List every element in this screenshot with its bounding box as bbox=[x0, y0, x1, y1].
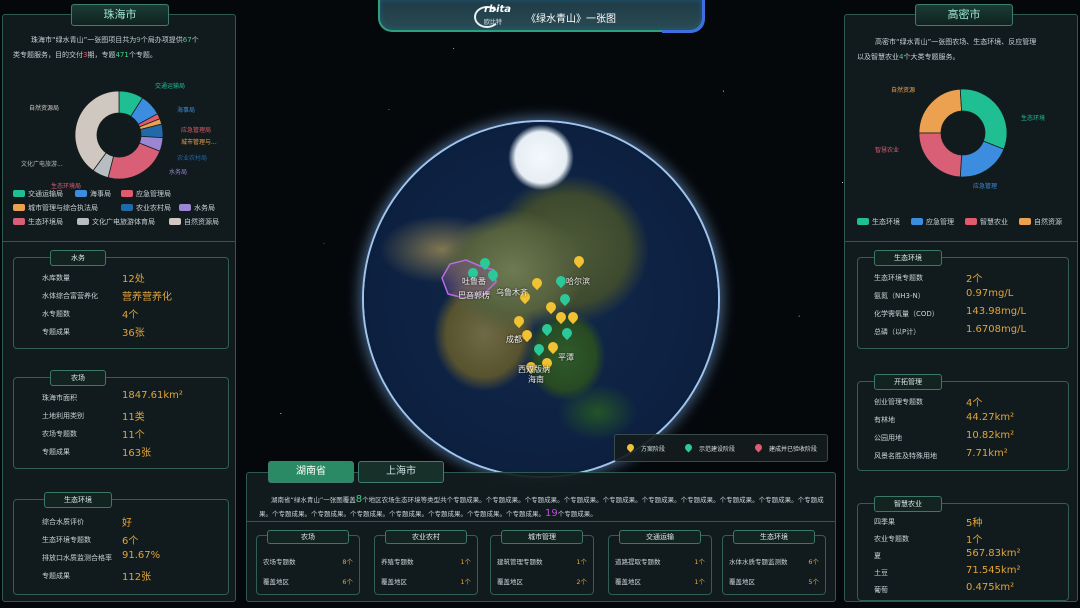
tab-gaomi[interactable]: 高密市 bbox=[915, 4, 1013, 26]
tab-hunan[interactable]: 湖南省 bbox=[268, 461, 354, 483]
legend-item[interactable]: 应急管理局 bbox=[121, 189, 171, 199]
logo-text: rbita bbox=[484, 4, 512, 15]
section-title: 智慧农业 bbox=[874, 496, 942, 512]
globe-map[interactable] bbox=[364, 122, 718, 476]
right-legend: 生态环境 应急管理 智慧农业 自然资源 bbox=[857, 217, 1077, 231]
legend-label: 方案阶段 bbox=[641, 446, 666, 453]
eco-section: 生态环境 生态环境专题数 2个 氨氮（NH3-N） 0.97mg/L 化学需氧量（C… bbox=[857, 250, 1069, 349]
legend-item[interactable]: 自然资源局 bbox=[169, 217, 219, 227]
right-intro: 高密市“绿水青山”一张图农场、生态环境、反应管理 以及智慧农业4个大类专题服务。 bbox=[857, 38, 1037, 61]
card-farm: 农场 农场专题数 8个 覆盖地区 6个 bbox=[256, 530, 360, 595]
city-label: 巴音郭楞 bbox=[458, 291, 490, 300]
stage-demo-icon bbox=[683, 442, 694, 453]
farm-section: 农场 珠海市面积 1847.61km² 土地利用类别 11类 农场专题数 11个 专题… bbox=[13, 370, 229, 469]
left-donut-chart bbox=[74, 90, 164, 180]
card-urban: 城市管理 建筑管理专题数 1个 覆盖地区 2个 bbox=[490, 530, 594, 595]
right-panel: 高密市 高密市“绿水青山”一张图农场、生态环境、反应管理 以及智慧农业4个大类专… bbox=[844, 4, 1078, 602]
divider bbox=[3, 241, 235, 242]
pie-label-agri: 智慧农业 bbox=[875, 147, 900, 154]
legend-label: 建成并已验收阶段 bbox=[769, 446, 818, 453]
bottom-intro: 湖南省“绿水青山”一张图覆盖8个地区农场生态环境等类型共个专题成果。个专题成果。… bbox=[259, 494, 824, 519]
section-title: 生态环境 bbox=[44, 492, 112, 508]
pie-slice[interactable] bbox=[107, 142, 161, 180]
pie-label-agri: 农业农村局 bbox=[177, 155, 208, 162]
stage-plan-icon bbox=[625, 442, 636, 453]
legend-item[interactable]: 水务局 bbox=[179, 203, 215, 213]
left-panel: 珠海市 珠海市“绿水青山”一张图项目共为9个局办项提供67个 类专题服务，目的交… bbox=[2, 4, 236, 602]
pie-label-water: 水务局 bbox=[169, 169, 188, 176]
pie-slice[interactable] bbox=[959, 88, 1008, 150]
pie-label-culture: 文化广电旅游... bbox=[21, 161, 63, 168]
tab-zhuhai[interactable]: 珠海市 bbox=[71, 4, 169, 26]
eco-section: 生态环境 综合水质评价好 生态环境专题数 6个 排放口水质监测合格率 91.67% … bbox=[13, 492, 229, 595]
card-transport: 交通运输 道路提取专题数 1个 覆盖地区 1个 bbox=[608, 530, 712, 595]
divider bbox=[247, 521, 835, 522]
stage-done-icon bbox=[753, 442, 764, 453]
pie-slice[interactable] bbox=[918, 88, 963, 134]
city-label: 成都 bbox=[506, 335, 522, 344]
pie-slice[interactable] bbox=[959, 140, 1005, 178]
city-label: 哈尔滨 bbox=[566, 277, 590, 286]
map-legend: 方案阶段 示范建设阶段 建成并已验收阶段 bbox=[614, 434, 828, 462]
section-title: 开拓管理 bbox=[874, 374, 942, 390]
page-header: rbita 欧比特 《绿水青山》一张图 bbox=[378, 0, 705, 33]
left-intro: 珠海市“绿水青山”一张图项目共为9个局办项提供67个 类专题服务，目的交付3期，… bbox=[13, 36, 199, 59]
legend-item[interactable]: 生态环境局 bbox=[13, 217, 63, 227]
page-title: 《绿水青山》一张图 bbox=[526, 14, 616, 25]
pie-slice[interactable] bbox=[918, 132, 963, 178]
management-section: 开拓管理 创业管理专题数 4个 有林地 44.27km² 公园用地 10.82km² … bbox=[857, 374, 1069, 471]
pie-label-natural: 自然资源 bbox=[891, 87, 916, 94]
legend-item[interactable]: 海事局 bbox=[75, 189, 111, 199]
city-label: 海南 bbox=[528, 375, 544, 384]
pie-label-natural: 自然资源局 bbox=[29, 105, 60, 112]
city-label: 平潭 bbox=[558, 353, 574, 362]
legend-item[interactable]: 智慧农业 bbox=[965, 217, 1008, 227]
logo-subtext: 欧比特 bbox=[484, 19, 503, 26]
legend-item[interactable]: 应急管理 bbox=[911, 217, 954, 227]
section-title: 农场 bbox=[50, 370, 106, 386]
city-label: 乌鲁木齐 bbox=[496, 288, 528, 297]
divider bbox=[845, 241, 1077, 242]
legend-item[interactable]: 文化广电旅游体育局 bbox=[77, 217, 155, 227]
left-legend: 交通运输局 海事局 应急管理局 城市管理与综合执法局 农业农村局 水务局 生态环… bbox=[13, 189, 233, 229]
legend-item[interactable]: 农业农村局 bbox=[121, 203, 171, 213]
smart-agri-section: 智慧农业 四季果 5种 农业专题数 1个 夏 567.83km² 土豆 71.545km… bbox=[857, 496, 1069, 601]
pie-label-emergency: 应急管理局 bbox=[181, 127, 212, 134]
legend-item[interactable]: 生态环境 bbox=[857, 217, 900, 227]
water-section: 水务 水库数量 12处 水体综合富营养化 营养营养化 水专题数 4个 专题成果 36张 bbox=[13, 250, 229, 349]
city-label: 吐鲁番 bbox=[462, 277, 486, 286]
pie-label-transport: 交通运输局 bbox=[155, 83, 186, 90]
tab-shanghai[interactable]: 上海市 bbox=[358, 461, 444, 483]
section-title: 水务 bbox=[50, 250, 106, 266]
card-eco: 生态环境 水体水质专题监测数 6个 覆盖地区 5个 bbox=[722, 530, 826, 595]
pie-label-urban: 城市管理与... bbox=[181, 139, 217, 146]
pie-label-emergency: 应急管理 bbox=[973, 183, 998, 190]
legend-item[interactable]: 自然资源 bbox=[1019, 217, 1062, 227]
section-title: 生态环境 bbox=[874, 250, 942, 266]
pie-label-eco: 生态环境 bbox=[1021, 115, 1046, 122]
legend-item[interactable]: 交通运输局 bbox=[13, 189, 63, 199]
right-donut-chart bbox=[918, 88, 1008, 178]
legend-label: 示范建设阶段 bbox=[699, 446, 736, 453]
card-agri: 农业农村 养殖专题数 1个 覆盖地区 1个 bbox=[374, 530, 478, 595]
pie-label-maritime: 海事局 bbox=[177, 107, 196, 114]
legend-item[interactable]: 城市管理与综合执法局 bbox=[13, 203, 98, 213]
